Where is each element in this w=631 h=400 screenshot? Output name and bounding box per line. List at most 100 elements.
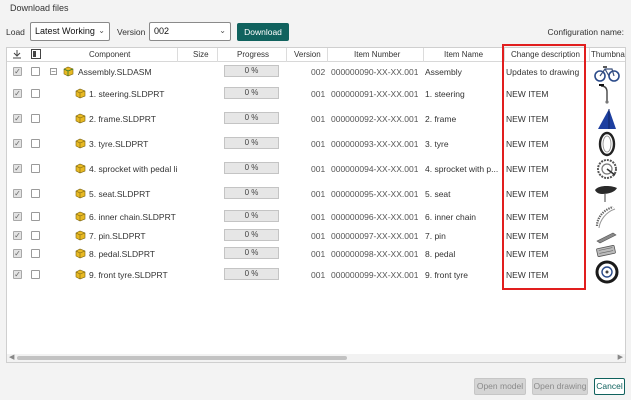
version-label: Version xyxy=(117,27,146,37)
sprocket-icon xyxy=(595,157,623,183)
item-number: 000000092-XX-XX.001 xyxy=(331,114,419,124)
progress-bar: 0 % xyxy=(224,247,279,259)
change-description: Updates to drawing xyxy=(506,67,580,77)
column-version[interactable]: Version xyxy=(294,50,321,59)
table-row[interactable]: ✓ 1. steering.SLDPRT 0 % 001 000000091-X… xyxy=(7,86,625,102)
progress-bar: 0 % xyxy=(224,210,279,222)
item-name: 3. tyre xyxy=(425,139,449,149)
column-chooser-icon[interactable] xyxy=(31,49,41,61)
download-checkbox[interactable]: ✓ xyxy=(13,164,22,173)
version-value: 001 xyxy=(311,189,326,199)
tyre-icon xyxy=(595,131,623,159)
part-icon xyxy=(75,138,86,149)
item-number: 000000098-XX-XX.001 xyxy=(331,249,419,259)
column-change-description[interactable]: Change description xyxy=(511,50,580,59)
table-row[interactable]: ✓ 7. pin.SLDPRT 0 % 001 000000097-XX-XX.… xyxy=(7,228,625,244)
version-value: 001 xyxy=(311,249,326,259)
select-checkbox[interactable] xyxy=(31,212,40,221)
progress-bar: 0 % xyxy=(224,87,279,99)
table-row[interactable]: ✓ 6. inner chain.SLDPRT 0 % 001 00000009… xyxy=(7,209,625,225)
load-select[interactable]: Latest Working ⌄ xyxy=(30,22,110,41)
item-name: Assembly xyxy=(425,67,462,77)
select-checkbox[interactable] xyxy=(31,249,40,258)
assembly-icon xyxy=(63,66,74,77)
table-row[interactable]: ✓ 2. frame.SLDPRT 0 % 001 000000092-XX-X… xyxy=(7,111,625,127)
grid-header: Component Size Progress Version Item Num… xyxy=(7,48,625,62)
select-checkbox[interactable] xyxy=(31,114,40,123)
table-row[interactable]: ✓ 3. tyre.SLDPRT 0 % 001 000000093-XX-XX… xyxy=(7,136,625,152)
version-value: 001 xyxy=(311,139,326,149)
download-button[interactable]: Download xyxy=(237,23,289,41)
scroll-left-icon[interactable]: ◀ xyxy=(9,354,14,362)
component-name: 6. inner chain.SLDPRT xyxy=(89,212,176,222)
table-row[interactable]: ✓ − Assembly.SLDASM 0 % 002 000000090-XX… xyxy=(7,64,625,80)
part-icon xyxy=(75,248,86,259)
item-number: 000000099-XX-XX.001 xyxy=(331,270,419,280)
load-select-value: Latest Working xyxy=(35,26,95,36)
select-checkbox[interactable] xyxy=(31,139,40,148)
part-icon xyxy=(75,163,86,174)
horizontal-scrollbar[interactable]: ◀ ▶ xyxy=(7,354,625,362)
download-checkbox[interactable]: ✓ xyxy=(13,139,22,148)
column-progress[interactable]: Progress xyxy=(237,50,269,59)
select-checkbox[interactable] xyxy=(31,164,40,173)
part-icon xyxy=(75,88,86,99)
column-item-number[interactable]: Item Number xyxy=(354,50,400,59)
table-row[interactable]: ✓ 4. sprocket with pedal lin 0 % 001 000… xyxy=(7,161,625,177)
component-name: 2. frame.SLDPRT xyxy=(89,114,156,124)
scrollbar-thumb[interactable] xyxy=(17,356,347,360)
table-row[interactable]: ✓ 5. seat.SLDPRT 0 % 001 000000095-XX-XX… xyxy=(7,186,625,202)
component-name: 8. pedal.SLDPRT xyxy=(89,249,155,259)
cancel-button[interactable]: Cancel xyxy=(594,378,625,395)
frame-icon xyxy=(595,107,623,133)
chain-icon xyxy=(593,204,621,232)
progress-bar: 0 % xyxy=(224,268,279,280)
version-select[interactable]: 002 ⌄ xyxy=(149,22,231,41)
part-icon xyxy=(75,113,86,124)
download-checkbox[interactable]: ✓ xyxy=(13,212,22,221)
download-checkbox[interactable]: ✓ xyxy=(13,89,22,98)
select-checkbox[interactable] xyxy=(31,231,40,240)
scroll-right-icon[interactable]: ▶ xyxy=(618,354,623,362)
item-name: 5. seat xyxy=(425,189,451,199)
open-drawing-button[interactable]: Open drawing xyxy=(532,378,588,395)
item-number: 000000097-XX-XX.001 xyxy=(331,231,419,241)
item-number: 000000094-XX-XX.001 xyxy=(331,164,419,174)
table-row[interactable]: ✓ 8. pedal.SLDPRT 0 % 001 000000098-XX-X… xyxy=(7,246,625,262)
open-model-button[interactable]: Open model xyxy=(474,378,526,395)
component-name: 5. seat.SLDPRT xyxy=(89,189,151,199)
download-checkbox[interactable]: ✓ xyxy=(13,270,22,279)
item-number: 000000096-XX-XX.001 xyxy=(331,212,419,222)
column-size[interactable]: Size xyxy=(193,50,209,59)
version-value: 002 xyxy=(311,67,326,77)
change-description: NEW ITEM xyxy=(506,270,549,280)
change-description: NEW ITEM xyxy=(506,212,549,222)
version-value: 001 xyxy=(311,270,326,280)
download-checkbox[interactable]: ✓ xyxy=(13,231,22,240)
chevron-down-icon: ⌄ xyxy=(98,26,105,35)
item-number: 000000095-XX-XX.001 xyxy=(331,189,419,199)
download-all-icon[interactable] xyxy=(12,49,22,61)
select-checkbox[interactable] xyxy=(31,89,40,98)
select-checkbox[interactable] xyxy=(31,189,40,198)
download-checkbox[interactable]: ✓ xyxy=(13,249,22,258)
column-item-name[interactable]: Item Name xyxy=(444,50,483,59)
version-value: 001 xyxy=(311,164,326,174)
progress-bar: 0 % xyxy=(224,137,279,149)
version-select-value: 002 xyxy=(154,26,170,36)
collapse-toggle[interactable]: − xyxy=(50,68,57,76)
select-checkbox[interactable] xyxy=(31,270,40,279)
download-checkbox[interactable]: ✓ xyxy=(13,114,22,123)
progress-bar: 0 % xyxy=(224,229,279,241)
item-name: 7. pin xyxy=(425,231,446,241)
item-name: 4. sprocket with p... xyxy=(425,164,499,174)
item-number: 000000093-XX-XX.001 xyxy=(331,139,419,149)
table-row[interactable]: ✓ 9. front tyre.SLDPRT 0 % 001 000000099… xyxy=(7,267,625,283)
change-description: NEW ITEM xyxy=(506,114,549,124)
column-component[interactable]: Component xyxy=(89,50,130,59)
download-checkbox[interactable]: ✓ xyxy=(13,189,22,198)
select-checkbox[interactable] xyxy=(31,67,40,76)
download-checkbox[interactable]: ✓ xyxy=(13,67,22,76)
item-name: 2. frame xyxy=(425,114,457,124)
column-thumbnail[interactable]: Thumbnail xyxy=(591,50,625,59)
